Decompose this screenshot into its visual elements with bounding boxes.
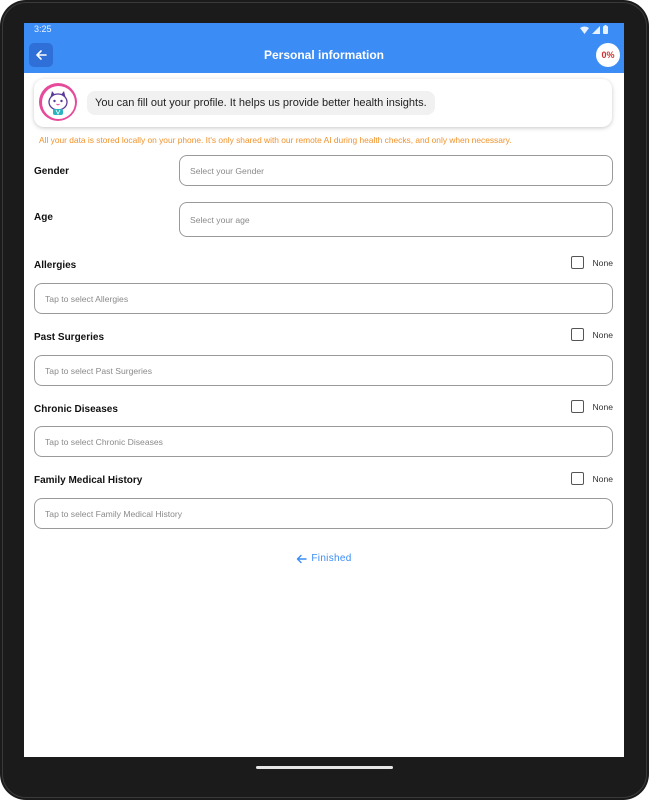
home-indicator[interactable] xyxy=(256,766,393,769)
assistant-message: You can fill out your profile. It helps … xyxy=(87,91,435,115)
tablet-frame: 3:25 Personal information 0% You can fil… xyxy=(0,0,649,800)
gender-label: Gender xyxy=(34,166,70,177)
past-surgeries-none-option[interactable]: None xyxy=(571,328,613,341)
past-surgeries-select[interactable]: Tap to select Past Surgeries xyxy=(34,355,613,386)
assistant-card: You can fill out your profile. It helps … xyxy=(34,79,612,127)
gender-placeholder: Select your Gender xyxy=(190,165,265,176)
chronic-diseases-none-label: None xyxy=(592,401,613,412)
family-history-none-label: None xyxy=(592,473,613,484)
allergies-none-option[interactable]: None xyxy=(571,256,613,269)
status-time: 3:25 xyxy=(34,24,52,34)
gender-select[interactable]: Select your Gender xyxy=(179,155,613,186)
page-title: Personal information xyxy=(263,48,385,62)
privacy-note: All your data is stored locally on your … xyxy=(39,135,512,145)
family-history-select[interactable]: Tap to select Family Medical History xyxy=(34,498,613,529)
status-bar: 3:25 xyxy=(24,23,624,37)
progress-badge: 0% xyxy=(596,43,620,67)
family-history-label: Family Medical History xyxy=(34,475,143,486)
age-label: Age xyxy=(34,212,53,223)
allergies-label: Allergies xyxy=(34,260,77,271)
allergies-none-label: None xyxy=(592,257,613,268)
past-surgeries-label: Past Surgeries xyxy=(34,332,105,343)
family-history-none-option[interactable]: None xyxy=(571,472,613,485)
family-history-placeholder: Tap to select Family Medical History xyxy=(45,508,183,519)
past-surgeries-none-checkbox[interactable] xyxy=(571,328,585,341)
family-history-none-checkbox[interactable] xyxy=(571,472,585,485)
avatar xyxy=(39,83,77,121)
chronic-diseases-none-option[interactable]: None xyxy=(571,400,613,413)
chronic-diseases-select[interactable]: Tap to select Chronic Diseases xyxy=(34,426,613,457)
allergies-placeholder: Tap to select Allergies xyxy=(45,293,129,304)
allergies-select[interactable]: Tap to select Allergies xyxy=(34,283,613,314)
past-surgeries-none-label: None xyxy=(592,329,613,340)
chronic-diseases-none-checkbox[interactable] xyxy=(571,400,585,413)
status-icons xyxy=(580,25,608,34)
finished-label: Finished xyxy=(311,553,352,564)
battery-icon xyxy=(603,25,608,34)
arrow-left-icon xyxy=(297,554,308,563)
age-placeholder: Select your age xyxy=(190,214,250,225)
signal-icon xyxy=(592,25,600,34)
allergies-none-checkbox[interactable] xyxy=(571,256,585,269)
app-screen: 3:25 Personal information 0% You can fil… xyxy=(24,23,624,757)
chronic-diseases-placeholder: Tap to select Chronic Diseases xyxy=(45,436,163,447)
chronic-diseases-label: Chronic Diseases xyxy=(34,404,118,415)
finished-button[interactable]: Finished xyxy=(24,553,624,564)
age-select[interactable]: Select your age xyxy=(179,202,613,237)
app-bar: Personal information 0% xyxy=(24,37,624,73)
wifi-icon xyxy=(580,26,589,34)
past-surgeries-placeholder: Tap to select Past Surgeries xyxy=(45,365,152,376)
cat-doctor-icon xyxy=(48,91,68,115)
